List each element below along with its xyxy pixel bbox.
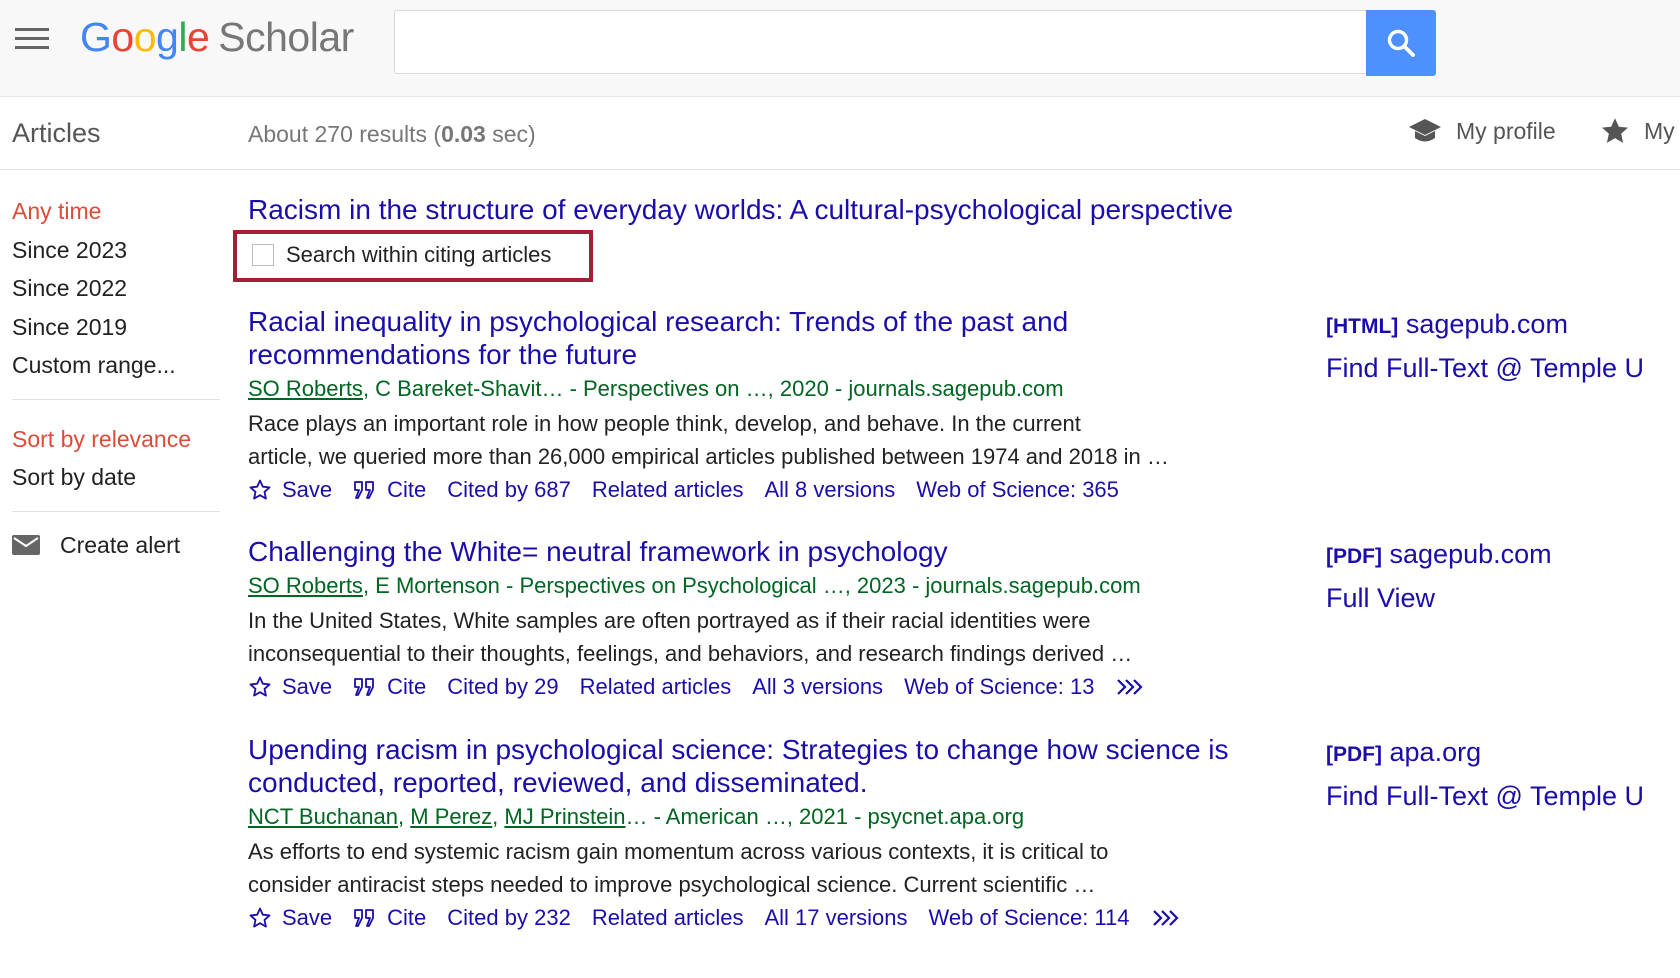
author-link[interactable]: SO Roberts — [248, 376, 363, 401]
sort-by-date[interactable]: Sort by date — [12, 458, 220, 497]
author-link[interactable]: MJ Prinstein — [504, 804, 625, 829]
publication-info: … - American …, 2021 - psycnet.apa.org — [625, 804, 1025, 829]
cited-by-link[interactable]: Cited by 29 — [447, 674, 558, 700]
header-bar: Google Scholar — [0, 0, 1680, 97]
source-link[interactable]: [HTML] sagepub.com — [1326, 305, 1666, 346]
web-of-science-link[interactable]: Web of Science: 13 — [904, 674, 1094, 700]
filter-any-time[interactable]: Any time — [12, 192, 220, 231]
result-item: Upending racism in psychological science… — [248, 733, 1658, 931]
snippet-line: inconsequential to their thoughts, feeli… — [248, 641, 1133, 666]
result-snippet: As efforts to end systemic racism gain m… — [248, 835, 1198, 901]
result-title[interactable]: Racial inequality in psychological resea… — [248, 305, 1288, 371]
full-text-link[interactable]: Find Full-Text @ Temple U — [1326, 774, 1666, 818]
search-button[interactable] — [1366, 10, 1436, 76]
snippet-line: As efforts to end systemic racism gain m… — [248, 839, 1109, 864]
sidebar-divider — [12, 398, 220, 400]
result-title[interactable]: Upending racism in psychological science… — [248, 733, 1288, 799]
search-icon — [1387, 29, 1415, 57]
my-library-link[interactable]: My — [1600, 113, 1675, 149]
related-articles-link[interactable]: Related articles — [592, 905, 744, 931]
save-button[interactable]: Save — [248, 905, 332, 931]
result-side-links: [HTML] sagepub.com Find Full-Text @ Templ… — [1326, 305, 1666, 390]
star-icon — [1602, 118, 1628, 143]
results-count: About 270 results (0.03 sec) — [248, 121, 536, 147]
full-text-link[interactable]: Full View — [1326, 576, 1666, 620]
author-link[interactable]: M Perez — [410, 804, 492, 829]
snippet-line: article, we queried more than 26,000 emp… — [248, 444, 1169, 469]
filter-since-2019[interactable]: Since 2019 — [12, 308, 220, 347]
result-actions: Save Cite Cited by 232 Related articles All … — [248, 905, 1658, 931]
my-profile-link[interactable]: My profile — [1408, 113, 1556, 149]
graduation-cap-icon — [1409, 119, 1441, 142]
filter-since-2022[interactable]: Since 2022 — [12, 269, 220, 308]
full-text-link[interactable]: Find Full-Text @ Temple U — [1326, 346, 1666, 390]
star-outline-icon — [249, 676, 271, 697]
result-item: Challenging the White= neutral framework… — [248, 535, 1658, 700]
filter-since-2023[interactable]: Since 2023 — [12, 231, 220, 270]
result-side-links: [PDF] apa.org Find Full-Text @ Temple U — [1326, 733, 1666, 818]
result-actions: Save Cite Cited by 687 Related articles All … — [248, 477, 1658, 503]
quote-icon — [354, 481, 375, 499]
hamburger-menu-icon[interactable] — [15, 28, 49, 54]
create-alert-link[interactable]: Create alert — [12, 532, 220, 559]
sidebar-divider — [12, 510, 220, 512]
filter-custom-range[interactable]: Custom range... — [12, 346, 220, 385]
quote-icon — [354, 678, 375, 696]
star-outline-icon — [249, 479, 271, 500]
snippet-line: consider antiracist steps needed to impr… — [248, 872, 1096, 897]
search-input[interactable] — [394, 10, 1366, 74]
section-label: Articles — [12, 118, 101, 148]
result-item: Racial inequality in psychological resea… — [248, 305, 1658, 503]
author-link[interactable]: NCT Buchanan — [248, 804, 398, 829]
search-within-citing-toggle[interactable]: Search within citing articles — [252, 242, 551, 268]
result-actions: Save Cite Cited by 29 Related articles All 3… — [248, 674, 1658, 700]
cite-button[interactable]: Cite — [353, 905, 426, 931]
source-link[interactable]: [PDF] apa.org — [1326, 733, 1666, 774]
versions-link[interactable]: All 17 versions — [764, 905, 907, 931]
publication-info: , E Mortenson - Perspectives on Psycholo… — [362, 573, 1141, 598]
result-snippet: Race plays an important role in how peop… — [248, 407, 1198, 473]
logo-suffix: Scholar — [218, 14, 354, 60]
web-of-science-link[interactable]: Web of Science: 114 — [929, 905, 1130, 931]
results-subbar: Articles About 270 results (0.03 sec) My… — [0, 97, 1680, 170]
result-snippet: In the United States, White samples are … — [248, 604, 1198, 670]
related-articles-link[interactable]: Related articles — [580, 674, 732, 700]
result-side-links: [PDF] sagepub.com Full View — [1326, 535, 1666, 620]
envelope-icon — [12, 535, 40, 555]
search-within-checkbox[interactable] — [252, 244, 274, 266]
versions-link[interactable]: All 3 versions — [752, 674, 883, 700]
snippet-line: Race plays an important role in how peop… — [248, 411, 1081, 436]
citing-header: Racism in the structure of everyday worl… — [233, 190, 1308, 282]
author-link[interactable]: SO Roberts — [248, 573, 363, 598]
google-scholar-logo[interactable]: Google Scholar — [80, 14, 354, 61]
sort-by-relevance[interactable]: Sort by relevance — [12, 420, 220, 459]
result-title[interactable]: Challenging the White= neutral framework… — [248, 535, 1288, 568]
citing-article-title[interactable]: Racism in the structure of everyday worl… — [248, 190, 1308, 230]
versions-link[interactable]: All 8 versions — [764, 477, 895, 503]
publication-info: , C Bareket-Shavit… - Perspectives on …,… — [362, 376, 1064, 401]
filter-sidebar: Any time Since 2023 Since 2022 Since 201… — [12, 192, 220, 559]
snippet-line: In the United States, White samples are … — [248, 608, 1091, 633]
source-link[interactable]: [PDF] sagepub.com — [1326, 535, 1666, 576]
save-button[interactable]: Save — [248, 477, 332, 503]
cite-button[interactable]: Cite — [353, 674, 426, 700]
save-button[interactable]: Save — [248, 674, 332, 700]
more-button[interactable] — [1115, 677, 1143, 697]
related-articles-link[interactable]: Related articles — [592, 477, 744, 503]
more-chevrons-icon — [1152, 910, 1179, 926]
quote-icon — [354, 909, 375, 927]
web-of-science-link[interactable]: Web of Science: 365 — [916, 477, 1119, 503]
cited-by-link[interactable]: Cited by 232 — [447, 905, 571, 931]
cite-button[interactable]: Cite — [353, 477, 426, 503]
more-button[interactable] — [1151, 908, 1179, 928]
more-chevrons-icon — [1117, 679, 1143, 695]
cited-by-link[interactable]: Cited by 687 — [447, 477, 571, 503]
star-outline-icon — [249, 907, 271, 928]
